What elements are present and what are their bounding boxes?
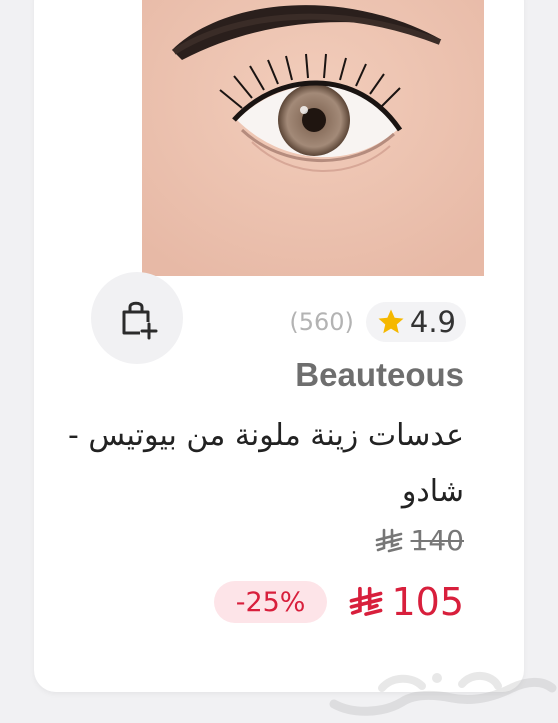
product-image[interactable] — [142, 0, 484, 276]
add-to-cart-button[interactable] — [91, 272, 183, 364]
product-card[interactable]: (560) 4.9 Beauteous عدسات زينة ملونة من … — [34, 0, 524, 692]
riyal-icon — [350, 586, 383, 616]
discount-text: -25% — [235, 586, 306, 618]
eye-photo — [142, 0, 484, 276]
price-row: -25% 105 — [213, 580, 464, 624]
product-title[interactable]: عدسات زينة ملونة من بيوتيس - شادو — [34, 408, 464, 520]
riyal-icon — [375, 528, 402, 552]
rating-badge: 4.9 — [365, 302, 466, 342]
old-price-value: 140 — [410, 524, 464, 557]
new-price: 105 — [391, 580, 464, 624]
review-count: (560) — [289, 308, 354, 336]
star-icon — [378, 309, 404, 334]
rating-value: 4.9 — [409, 305, 456, 339]
haraj-watermark-logo — [329, 672, 557, 716]
old-price: 140 — [375, 524, 464, 557]
brand-name[interactable]: Beauteous — [295, 356, 464, 394]
discount-badge: -25% — [213, 581, 328, 623]
rating-row: (560) 4.9 — [289, 302, 466, 342]
shopping-bag-plus-icon — [122, 301, 158, 340]
